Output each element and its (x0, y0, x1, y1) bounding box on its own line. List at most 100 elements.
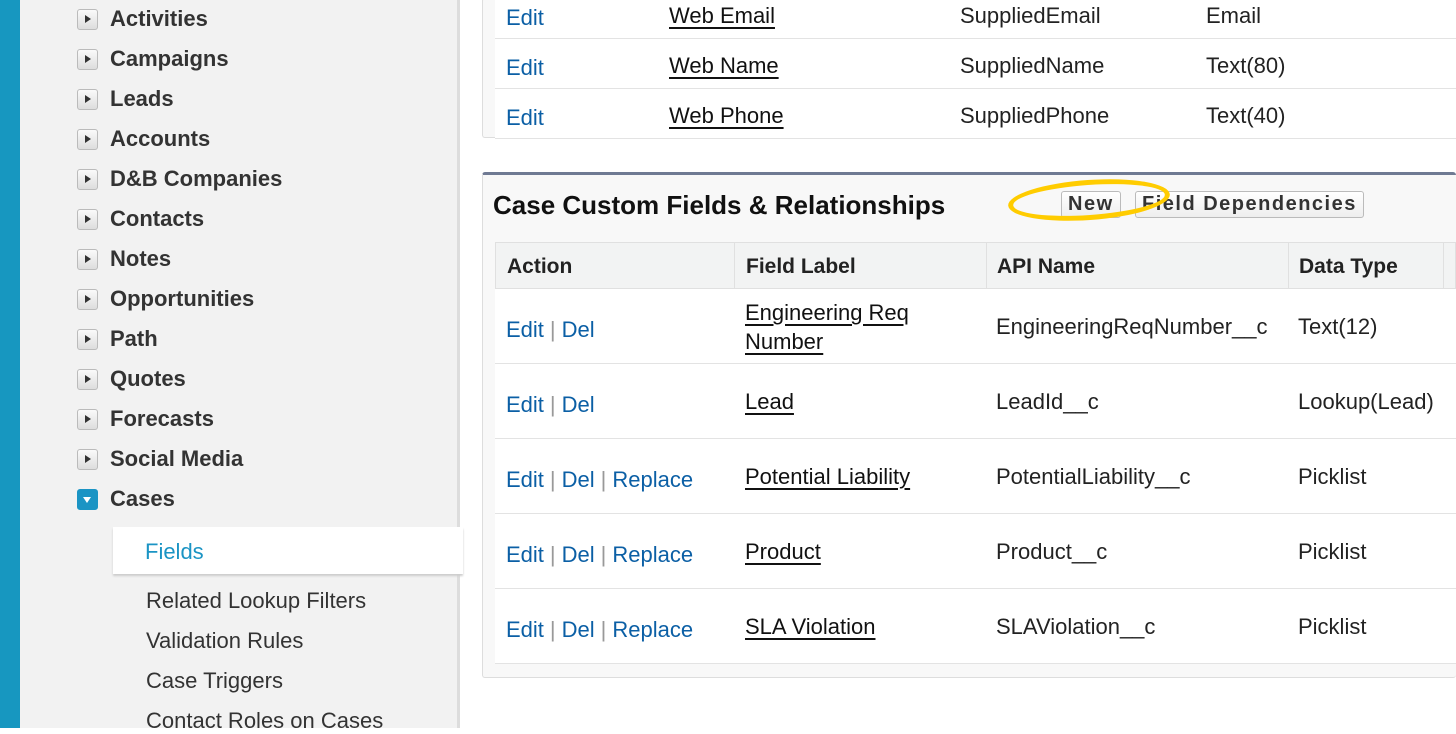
sidebar-item-label: D&B Companies (110, 166, 283, 191)
sidebar-item-label: Leads (110, 86, 174, 111)
data-type: Text(40) (1206, 103, 1286, 128)
app-edge-strip (0, 0, 20, 728)
field-label-link[interactable]: Product (745, 539, 821, 565)
field-label-link[interactable]: Web Phone (669, 103, 784, 129)
data-type: Picklist (1298, 614, 1367, 639)
sidebar-subitem-contact-roles-on-cases[interactable]: Contact Roles on Cases (146, 708, 383, 734)
sidebar-subitem-case-triggers[interactable]: Case Triggers (146, 668, 283, 694)
sidebar-item-label: Opportunities (110, 286, 255, 311)
sidebar-item-accounts[interactable]: Accounts (77, 124, 210, 154)
api-name: Product__c (996, 539, 1108, 564)
sidebar-item-label: Forecasts (110, 406, 214, 431)
del-link[interactable]: Del (562, 392, 595, 417)
standard-fields-section: Edit Web Email SuppliedEmail Email Edit Web N… (482, 0, 1456, 139)
separator: | (600, 542, 607, 567)
expand-icon[interactable] (77, 48, 98, 70)
api-name: PotentialLiability__c (996, 464, 1191, 489)
expand-icon[interactable] (77, 168, 98, 190)
sidebar-item-label: Quotes (110, 366, 186, 391)
field-label-link[interactable]: Web Name (669, 53, 779, 79)
del-link[interactable]: Del (562, 467, 595, 492)
field-label-link[interactable]: Potential Liability (745, 464, 910, 490)
sidebar-item-social-media[interactable]: Social Media (77, 444, 243, 474)
edit-link[interactable]: Edit (506, 55, 544, 81)
sidebar-item-contacts[interactable]: Contacts (77, 204, 204, 234)
sidebar-item-quotes[interactable]: Quotes (77, 364, 186, 394)
edit-link[interactable]: Edit (506, 392, 544, 417)
replace-link[interactable]: Replace (612, 542, 693, 567)
table-header: Action Field Label API Name Data Type (495, 242, 1456, 289)
edit-link[interactable]: Edit (506, 542, 544, 567)
expand-icon[interactable] (77, 448, 98, 470)
section-title: Case Custom Fields & Relationships (493, 190, 946, 220)
api-name: EngineeringReqNumber__c (996, 314, 1268, 339)
sidebar-item-opportunities[interactable]: Opportunities (77, 284, 254, 314)
sidebar-subitem-fields[interactable]: Fields (113, 527, 463, 574)
sidebar-item-label: Campaigns (110, 46, 229, 71)
action-links: Edit | Del | Replace (506, 617, 693, 643)
del-link[interactable]: Del (562, 542, 595, 567)
edit-link[interactable]: Edit (506, 467, 544, 492)
expand-icon[interactable] (77, 408, 98, 430)
api-name: LeadId__c (996, 389, 1099, 414)
sidebar-item-label: Notes (110, 246, 172, 271)
sidebar-item-leads[interactable]: Leads (77, 84, 174, 114)
expand-icon[interactable] (77, 248, 98, 270)
edit-link[interactable]: Edit (506, 617, 544, 642)
field-label-link[interactable]: Web Email (669, 3, 775, 29)
field-label-link[interactable]: Lead (745, 389, 794, 415)
sidebar-subitem-related-lookup-filters[interactable]: Related Lookup Filters (146, 588, 366, 614)
sidebar-item-activities[interactable]: Activities (77, 4, 208, 34)
expand-icon[interactable] (77, 88, 98, 110)
separator: | (549, 617, 556, 642)
data-type: Email (1206, 3, 1262, 28)
replace-link[interactable]: Replace (612, 617, 693, 642)
expand-icon[interactable] (77, 328, 98, 350)
edit-link[interactable]: Edit (506, 317, 544, 342)
data-type: Picklist (1298, 539, 1367, 564)
edit-link[interactable]: Edit (506, 105, 544, 131)
sidebar-item-forecasts[interactable]: Forecasts (77, 404, 214, 434)
table-row: Edit Web Phone SuppliedPhone Text(40) (495, 89, 1456, 139)
table-row: Edit Web Name SuppliedName Text(80) (495, 39, 1456, 89)
table-row: Edit | Del | Replace Potential Liability Poten… (495, 439, 1456, 514)
del-link[interactable]: Del (562, 317, 595, 342)
separator: | (549, 467, 556, 492)
replace-link[interactable]: Replace (612, 467, 693, 492)
table-row: Edit | Del | Replace Product Product__c Picklis… (495, 514, 1456, 589)
action-links: Edit | Del | Replace (506, 467, 693, 493)
sidebar-item-label: Activities (110, 6, 208, 31)
api-name: SuppliedPhone (960, 103, 1110, 128)
sidebar-item-label: Cases (110, 486, 175, 511)
separator: | (549, 542, 556, 567)
sidebar-item-path[interactable]: Path (77, 324, 158, 354)
sidebar-item-d-b-companies[interactable]: D&B Companies (77, 164, 282, 194)
sidebar-item-notes[interactable]: Notes (77, 244, 171, 274)
expand-icon[interactable] (77, 128, 98, 150)
separator: | (600, 467, 607, 492)
expand-icon[interactable] (77, 288, 98, 310)
action-links: Edit | Del (506, 317, 595, 343)
sidebar-item-cases[interactable]: Cases (77, 484, 175, 514)
sidebar-subitem-validation-rules[interactable]: Validation Rules (146, 628, 303, 654)
data-type: Text(12) (1298, 314, 1378, 339)
expand-icon[interactable] (77, 368, 98, 390)
collapse-icon[interactable] (77, 488, 98, 510)
sidebar-item-label: Path (110, 326, 158, 351)
sidebar-item-label: Accounts (110, 126, 211, 151)
del-link[interactable]: Del (562, 617, 595, 642)
expand-icon[interactable] (77, 208, 98, 230)
action-links: Edit | Del | Replace (506, 542, 693, 568)
sidebar-item-label: Social Media (110, 446, 244, 471)
edit-link[interactable]: Edit (506, 5, 544, 31)
expand-icon[interactable] (77, 8, 98, 30)
api-name: SuppliedName (960, 53, 1105, 78)
field-label-link[interactable]: Engineering Req Number (745, 298, 945, 356)
setup-sidebar: Activities Campaigns Leads Accounts D&B Comp… (20, 0, 463, 733)
table-row: Edit | Del Lead LeadId__c Lookup(Lead) (495, 364, 1456, 439)
table-row: Edit Web Email SuppliedEmail Email (495, 0, 1456, 39)
sidebar-item-campaigns[interactable]: Campaigns (77, 44, 229, 74)
action-links: Edit | Del (506, 392, 595, 418)
field-label-link[interactable]: SLA Violation (745, 614, 875, 640)
api-name: SuppliedEmail (960, 3, 1101, 28)
